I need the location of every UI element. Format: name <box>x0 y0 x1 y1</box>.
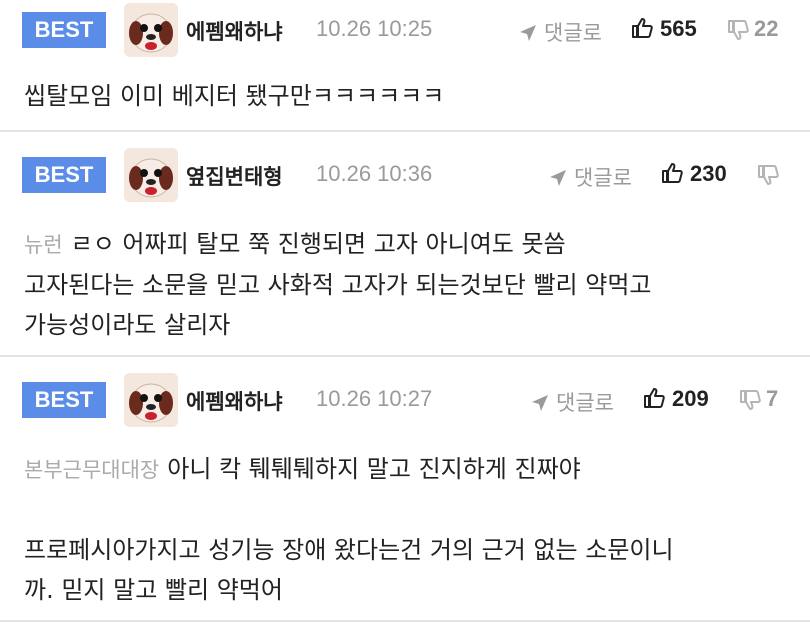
reply-button[interactable]: 댓글로 <box>548 162 632 192</box>
like-button[interactable]: 230 <box>660 161 727 187</box>
comment-header: BEST 에펨왜하냐 10.26 10:27 댓글로 209 7 <box>0 357 810 427</box>
comment-text-line: 프로페시아가지고 성기능 장애 왔다는건 거의 근거 없는 소문이니 <box>24 536 674 564</box>
like-button[interactable]: 209 <box>642 386 709 412</box>
comment-text-line: 까. 믿지 말고 빨리 약먹어 <box>24 576 283 604</box>
nickname[interactable]: 에펨왜하냐 <box>186 386 283 416</box>
comment-body: 씹탈모임 이미 베지터 됐구만ㅋㅋㅋㅋㅋㅋ <box>24 76 790 116</box>
comment-text: ㄹㅇ 어짜피 탈모 쭉 진행되면 고자 아니여도 못씀 <box>70 230 566 258</box>
timestamp: 10.26 10:27 <box>316 386 433 411</box>
dog-face-avatar-icon <box>124 148 178 202</box>
dislike-count: 7 <box>766 386 779 411</box>
comment-text-line: 본부근무대대장 아니 칵 퉤퉤퉤하지 말고 진지하게 진짜야 <box>24 449 790 490</box>
timestamp: 10.26 10:36 <box>316 161 433 186</box>
reply-arrow-icon <box>520 25 536 41</box>
comment-text-line <box>24 490 790 530</box>
comment-text-line: 뉴런 ㄹㅇ 어짜피 탈모 쭉 진행되면 고자 아니여도 못씀 <box>24 224 790 265</box>
thumbs-down-icon <box>728 20 749 40</box>
comment-header: BEST 옆집변태형 10.26 10:36 댓글로 230 <box>0 132 810 202</box>
thumbs-down-icon <box>758 165 779 185</box>
comment-header: BEST 에펨왜하냐 10.26 10:25 댓글로 565 22 <box>0 0 810 62</box>
like-count: 565 <box>660 16 697 41</box>
avatar[interactable] <box>124 373 178 427</box>
dog-face-avatar-icon <box>124 3 178 57</box>
nickname[interactable]: 에펨왜하냐 <box>186 16 283 46</box>
comment-text-line: 고자된다는 소문을 믿고 사화적 고자가 되는것보단 빨리 약먹고 <box>24 271 652 299</box>
reply-label: 댓글로 <box>574 166 632 190</box>
comment-text-line: 씹탈모임 이미 베지터 됐구만ㅋㅋㅋㅋㅋㅋ <box>24 82 445 110</box>
reply-label: 댓글로 <box>544 21 602 45</box>
reply-label: 댓글로 <box>556 391 614 415</box>
thumbs-up-icon <box>662 163 683 183</box>
comment-item: BEST 에펨왜하냐 10.26 10:25 댓글로 565 22 씹탈모임 이… <box>0 0 810 132</box>
best-badge: BEST <box>22 157 106 193</box>
timestamp: 10.26 10:25 <box>316 16 433 41</box>
comment-text: 아니 칵 퉤퉤퉤하지 말고 진지하게 진짜야 <box>167 455 581 483</box>
reply-button[interactable]: 댓글로 <box>530 387 614 417</box>
best-badge: BEST <box>22 382 106 418</box>
comment-body: 본부근무대대장 아니 칵 퉤퉤퉤하지 말고 진지하게 진짜야 프로페시아가지고 성… <box>24 449 790 610</box>
thumbs-down-icon <box>740 390 761 410</box>
comment-body: 뉴런 ㄹㅇ 어짜피 탈모 쭉 진행되면 고자 아니여도 못씀 고자된다는 소문을 … <box>24 224 790 345</box>
thumbs-up-icon <box>644 388 665 408</box>
like-count: 209 <box>672 386 709 411</box>
comment-item: BEST 옆집변태형 10.26 10:36 댓글로 230 뉴런 ㄹㅇ 어짜피… <box>0 132 810 357</box>
dog-face-avatar-icon <box>124 373 178 427</box>
dislike-button[interactable] <box>756 161 784 187</box>
like-button[interactable]: 565 <box>630 16 697 42</box>
avatar[interactable] <box>124 148 178 202</box>
reply-button[interactable]: 댓글로 <box>518 17 602 47</box>
thumbs-up-icon <box>632 18 653 38</box>
nickname[interactable]: 옆집변태형 <box>186 161 283 191</box>
comment-item: BEST 에펨왜하냐 10.26 10:27 댓글로 209 7 본부근무대대장… <box>0 357 810 622</box>
best-badge: BEST <box>22 12 106 48</box>
dislike-button[interactable]: 22 <box>726 16 778 42</box>
like-count: 230 <box>690 161 727 186</box>
comment-text-line: 가능성이라도 살리자 <box>24 311 231 339</box>
dislike-button[interactable]: 7 <box>738 386 778 412</box>
reply-arrow-icon <box>532 395 548 411</box>
mention-username[interactable]: 뉴런 <box>24 233 63 257</box>
reply-arrow-icon <box>550 170 566 186</box>
mention-username[interactable]: 본부근무대대장 <box>24 458 159 482</box>
dislike-count: 22 <box>754 16 779 41</box>
avatar[interactable] <box>124 3 178 57</box>
